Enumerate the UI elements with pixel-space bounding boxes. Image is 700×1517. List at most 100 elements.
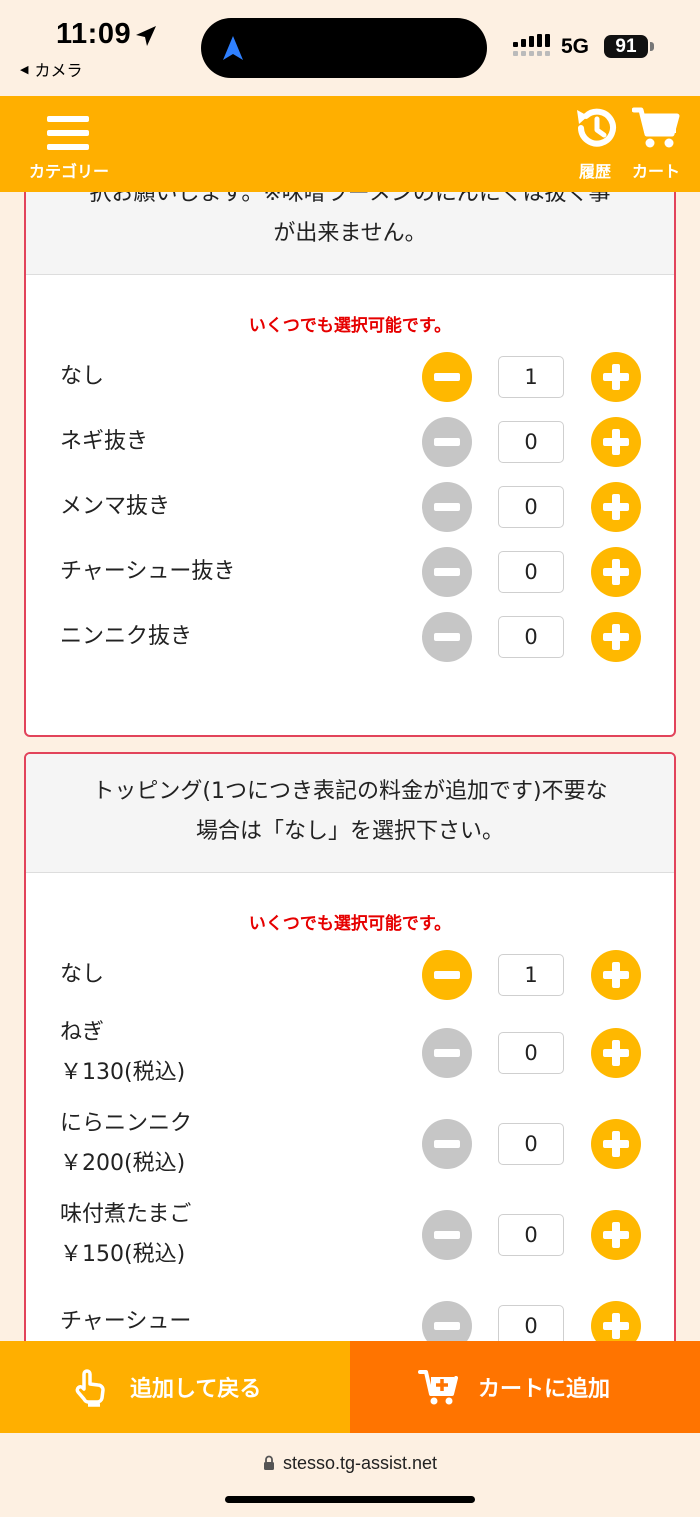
home-indicator[interactable] [225, 1496, 475, 1503]
option-text: にらニンニク ￥200(税込) [60, 1104, 192, 1184]
history-icon [577, 108, 616, 147]
add-to-cart-button[interactable]: カートに追加 [350, 1341, 700, 1433]
add-and-back-label: 追加して戻る [130, 1377, 262, 1402]
hamburger-icon [47, 116, 89, 150]
increment-button[interactable] [591, 1300, 641, 1341]
option-price: ￥130(税込) [60, 1059, 186, 1085]
increment-button[interactable] [591, 949, 641, 1000]
back-app-label: カメラ [34, 61, 83, 80]
category-label: カテゴリー [28, 162, 109, 181]
option-label: なし [60, 363, 105, 389]
cart-plus-icon [418, 1370, 458, 1405]
decrement-button[interactable] [422, 1300, 472, 1341]
increment-button[interactable] [591, 611, 641, 662]
decrement-button[interactable] [422, 481, 472, 532]
back-triangle-icon: ◀ [20, 62, 29, 76]
decrement-button[interactable] [422, 351, 472, 402]
option-label: チャーシュー抜き [60, 558, 236, 584]
app-header: カテゴリー 履歴 カート [0, 96, 700, 192]
option-price: ￥200(税込) [60, 1150, 186, 1176]
navigation-arrow-icon [223, 36, 243, 60]
browser-url-bar[interactable]: stesso.tg-assist.net [0, 1433, 700, 1517]
decrement-button[interactable] [422, 1027, 472, 1078]
dynamic-island [201, 18, 487, 78]
card-title-line: トッピング(1つにつき表記の料金が追加です)不要な [92, 779, 608, 804]
battery-icon: 91 [604, 35, 648, 58]
option-row: ねぎ ￥130(税込) 0 [26, 1007, 674, 1098]
decrement-button[interactable] [422, 611, 472, 662]
add-to-cart-label: カートに追加 [478, 1377, 611, 1402]
url-text: stesso.tg-assist.net [282, 1453, 438, 1473]
option-row: メンマ抜き 0 [26, 474, 674, 539]
cart-icon [632, 107, 680, 148]
option-text: ねぎ ￥130(税込) [60, 1013, 185, 1093]
cellular-signal-icon [513, 34, 550, 56]
option-card-toppings: トッピング(1つにつき表記の料金が追加です)不要な 場合は「なし」を選択下さい。… [24, 752, 676, 1341]
network-type: 5G [561, 35, 590, 58]
decrement-button[interactable] [422, 416, 472, 467]
option-row: ネギ抜き 0 [26, 409, 674, 474]
option-label: チャーシュー [60, 1309, 192, 1334]
increment-button[interactable] [591, 351, 641, 402]
increment-button[interactable] [591, 481, 641, 532]
battery-cap [650, 42, 654, 51]
cart-label: カート [631, 162, 680, 181]
decrement-button[interactable] [422, 949, 472, 1000]
option-label: メンマ抜き [60, 493, 171, 519]
add-and-back-button[interactable]: 追加して戻る [0, 1341, 350, 1433]
card-title-line: が出来ません。 [273, 221, 427, 246]
option-label: ネギ抜き [60, 428, 149, 454]
option-price: ￥150(税込) [60, 1241, 186, 1267]
quantity-field[interactable]: 0 [498, 1304, 564, 1341]
card-title: トッピング(1つにつき表記の料金が追加です)不要な 場合は「なし」を選択下さい。 [26, 754, 674, 873]
card-title: 択お願いします。※味噌ラーメンのにんにくは抜く事 が出来ません。 [26, 192, 674, 275]
cart-button[interactable]: カート [624, 106, 688, 181]
decrement-button[interactable] [422, 546, 472, 597]
selection-hint: いくつでも選択可能です。 [248, 914, 452, 934]
tap-hand-icon [75, 1369, 105, 1407]
option-row: 味付煮たまご ￥150(税込) 0 [26, 1189, 674, 1280]
option-row: なし 1 [26, 344, 674, 409]
quantity-field[interactable]: 0 [498, 1213, 564, 1256]
back-to-app-button[interactable]: ◀ カメラ [20, 57, 82, 81]
battery-level: 91 [615, 36, 637, 57]
increment-button[interactable] [591, 546, 641, 597]
category-menu-button[interactable]: カテゴリー [22, 110, 116, 181]
quantity-field[interactable]: 0 [498, 485, 564, 528]
option-row: チャーシュー 0 [26, 1280, 674, 1341]
quantity-field[interactable]: 0 [498, 420, 564, 463]
decrement-button[interactable] [422, 1118, 472, 1169]
option-label: にらニンニク [60, 1110, 193, 1136]
quantity-field[interactable]: 1 [498, 953, 564, 996]
option-label: ニンニク抜き [60, 623, 193, 649]
quantity-field[interactable]: 1 [498, 355, 564, 398]
quantity-field[interactable]: 0 [498, 1122, 564, 1165]
location-arrow-icon [136, 26, 156, 46]
option-card-removals: 択お願いします。※味噌ラーメンのにんにくは抜く事 が出来ません。 いくつでも選択… [24, 192, 676, 737]
option-row: なし 1 [26, 942, 674, 1007]
option-row: にらニンニク ￥200(税込) 0 [26, 1098, 674, 1189]
decrement-button[interactable] [422, 1209, 472, 1260]
lock-icon [263, 1455, 274, 1470]
status-bar: 11:09 ◀ カメラ 5G 91 [0, 0, 700, 96]
options-content[interactable]: 択お願いします。※味噌ラーメンのにんにくは抜く事 が出来ません。 いくつでも選択… [0, 192, 700, 1341]
quantity-field[interactable]: 0 [498, 1031, 564, 1074]
option-text: チャーシュー [60, 1302, 191, 1341]
quantity-field[interactable]: 0 [498, 615, 564, 658]
quantity-field[interactable]: 0 [498, 550, 564, 593]
status-time: 11:09 [56, 18, 132, 50]
option-row: チャーシュー抜き 0 [26, 539, 674, 604]
option-label: ねぎ [60, 1019, 105, 1045]
option-label: 味付煮たまご [60, 1201, 192, 1227]
increment-button[interactable] [591, 1027, 641, 1078]
option-text: 味付煮たまご ￥150(税込) [60, 1195, 191, 1275]
bottom-action-bar: 追加して戻る カートに追加 [0, 1341, 700, 1433]
selection-hint: いくつでも選択可能です。 [248, 316, 452, 336]
history-button[interactable]: 履歴 [566, 106, 624, 181]
increment-button[interactable] [591, 1209, 641, 1260]
card-title-line: 択お願いします。※味噌ラーメンのにんにくは抜く事 [89, 192, 611, 206]
history-label: 履歴 [578, 162, 611, 181]
increment-button[interactable] [591, 1118, 641, 1169]
option-row: ニンニク抜き 0 [26, 604, 674, 669]
increment-button[interactable] [591, 416, 641, 467]
